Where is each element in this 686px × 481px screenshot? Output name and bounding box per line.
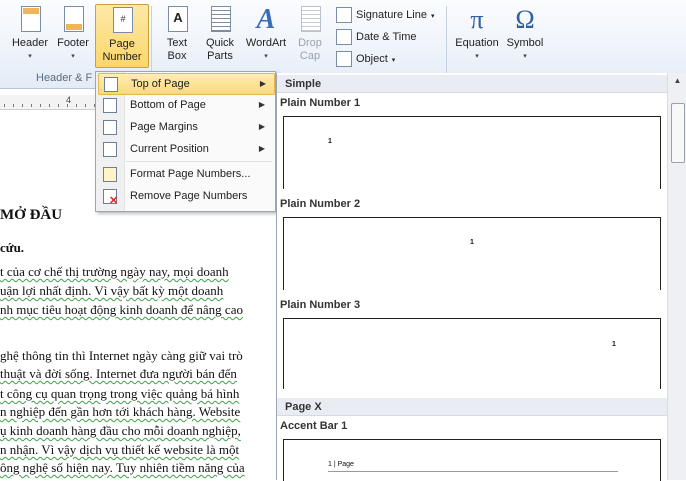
menu-item-bottom-of-page[interactable]: Bottom of Page ▶	[98, 95, 273, 115]
gallery-item-accent-bar-1[interactable]: 1 | Page	[283, 439, 661, 481]
ruler-tick	[13, 104, 14, 107]
bottom-of-page-icon	[103, 98, 117, 113]
pi-icon: π	[470, 5, 484, 34]
omega-icon: Ω	[515, 5, 535, 34]
gallery-section-page-x: Page X	[277, 398, 667, 416]
chevron-right-icon: ▶	[258, 144, 265, 153]
menu-item-page-margins[interactable]: Page Margins ▶	[98, 117, 273, 137]
chevron-down-icon: ▾	[28, 53, 32, 60]
object-icon	[336, 51, 352, 68]
text-box-button[interactable]: A Text Box	[156, 4, 198, 66]
doc-line: ông nghệ số hiện nay. Tuy nhiên tiềm năn…	[0, 460, 245, 475]
header-icon	[17, 6, 43, 34]
gallery-item-title: Accent Bar 1	[280, 420, 348, 432]
signature-line-icon	[336, 7, 352, 24]
quick-parts-icon	[207, 6, 233, 34]
ruler-tick	[22, 104, 23, 107]
page-number-preview: 1	[470, 239, 474, 246]
chevron-right-icon: ▶	[258, 100, 265, 109]
accent-bar-line	[328, 471, 618, 472]
object-button[interactable]: Object ▾	[336, 50, 395, 68]
calendar-icon	[336, 29, 352, 46]
ruler-tick	[85, 104, 86, 107]
doc-line: ụ kinh doanh hàng đầu cho mỗi doanh nghi…	[0, 423, 241, 438]
page-number-icon: #	[109, 7, 135, 35]
chevron-down-icon: ▾	[391, 57, 396, 64]
scrollbar-thumb[interactable]	[671, 103, 685, 163]
wordart-button[interactable]: A WordArt ▾	[242, 4, 290, 66]
gallery-item-title: Plain Number 3	[280, 299, 361, 311]
doc-line: t của cơ chế thị trường ngày nay, mọi do…	[0, 264, 229, 279]
page-number-menu: Top of Page ▶ Bottom of Page ▶ Page Marg…	[95, 71, 276, 212]
equation-button[interactable]: π Equation ▾	[452, 4, 502, 66]
menu-item-top-of-page[interactable]: Top of Page ▶	[98, 73, 275, 95]
red-x-icon: ✕	[109, 195, 119, 207]
doc-line: n nghiệp đến gần hơn tới khách hàng. Web…	[0, 404, 241, 419]
doc-line: n nhận. Vì vậy dịch vụ thiết kế website …	[0, 442, 240, 457]
menu-item-remove-page-numbers[interactable]: ✕ Remove Page Numbers	[98, 186, 273, 207]
current-position-icon	[103, 142, 117, 157]
chevron-down-icon: ▾	[430, 13, 435, 20]
menu-item-format-page-numbers[interactable]: Format Page Numbers...	[98, 164, 273, 184]
doc-line: t công cụ quan trọng trong việc quảng bá…	[0, 386, 240, 401]
quick-parts-button[interactable]: Quick Parts	[200, 4, 240, 66]
chevron-down-icon: ▾	[523, 53, 527, 60]
chevron-down-icon: ▾	[264, 53, 268, 60]
format-page-numbers-icon	[103, 167, 117, 182]
ruler-tick	[40, 104, 41, 107]
doc-subheading: cứu.	[0, 240, 25, 255]
signature-line-button[interactable]: Signature Line ▾	[336, 6, 434, 24]
page-number-preview: 1 | Page	[328, 461, 354, 468]
ruler-tick	[67, 104, 68, 107]
gallery-section-simple: Simple	[277, 75, 667, 93]
doc-line: nh mục tiêu hoạt động kinh doanh để nâng…	[0, 302, 243, 317]
doc-line: uận lợi nhất định. Vì vậy bất kỳ một doa…	[0, 283, 224, 298]
page-number-preview: 1	[612, 341, 616, 348]
menu-item-current-position[interactable]: Current Position ▶	[98, 139, 273, 159]
ruler-tick	[31, 104, 32, 107]
ruler-tick	[58, 104, 59, 107]
top-of-page-gallery: Simple Plain Number 1 1 Plain Number 2 1…	[276, 73, 686, 481]
scroll-up-arrow-icon[interactable]: ▲	[668, 76, 686, 85]
header-button[interactable]: Header ▾	[8, 4, 52, 66]
gallery-item-plain-number-2[interactable]: 1	[283, 217, 661, 290]
gallery-item-plain-number-1[interactable]: 1	[283, 116, 661, 189]
ruler-tick	[49, 104, 50, 107]
gallery-item-title: Plain Number 2	[280, 198, 361, 210]
doc-line: ghệ thông tin thì Internet ngày càng giữ…	[0, 348, 243, 363]
page-margins-icon	[103, 120, 117, 135]
page-number-button[interactable]: # Page Number	[95, 4, 149, 68]
chevron-down-icon: ▾	[71, 53, 75, 60]
page-number-preview: 1	[328, 138, 332, 145]
chevron-right-icon: ▶	[258, 122, 265, 131]
gallery-item-title: Plain Number 1	[280, 97, 361, 109]
drop-cap-icon	[297, 6, 323, 34]
ruler-tick	[76, 104, 77, 107]
footer-icon	[60, 6, 86, 34]
drop-cap-button[interactable]: Drop Cap	[292, 4, 328, 66]
footer-button[interactable]: Footer ▾	[52, 4, 94, 66]
menu-separator	[126, 161, 272, 162]
gallery-scrollbar[interactable]: ▲	[667, 73, 686, 480]
chevron-right-icon: ▶	[259, 79, 266, 88]
group-label: Header & F	[36, 72, 93, 84]
wordart-icon: A	[256, 4, 276, 35]
text-box-icon: A	[164, 6, 190, 34]
symbol-button[interactable]: Ω Symbol ▾	[503, 4, 547, 66]
top-of-page-icon	[104, 77, 118, 92]
doc-line: thuật và đời sống. Internet đưa người bá…	[0, 366, 237, 381]
gallery-item-plain-number-3[interactable]: 1	[283, 318, 661, 389]
doc-heading: MỞ ĐẦU	[0, 207, 63, 223]
ruler-tick	[4, 104, 5, 107]
date-time-button[interactable]: Date & Time	[336, 28, 417, 46]
chevron-down-icon: ▾	[475, 53, 479, 60]
